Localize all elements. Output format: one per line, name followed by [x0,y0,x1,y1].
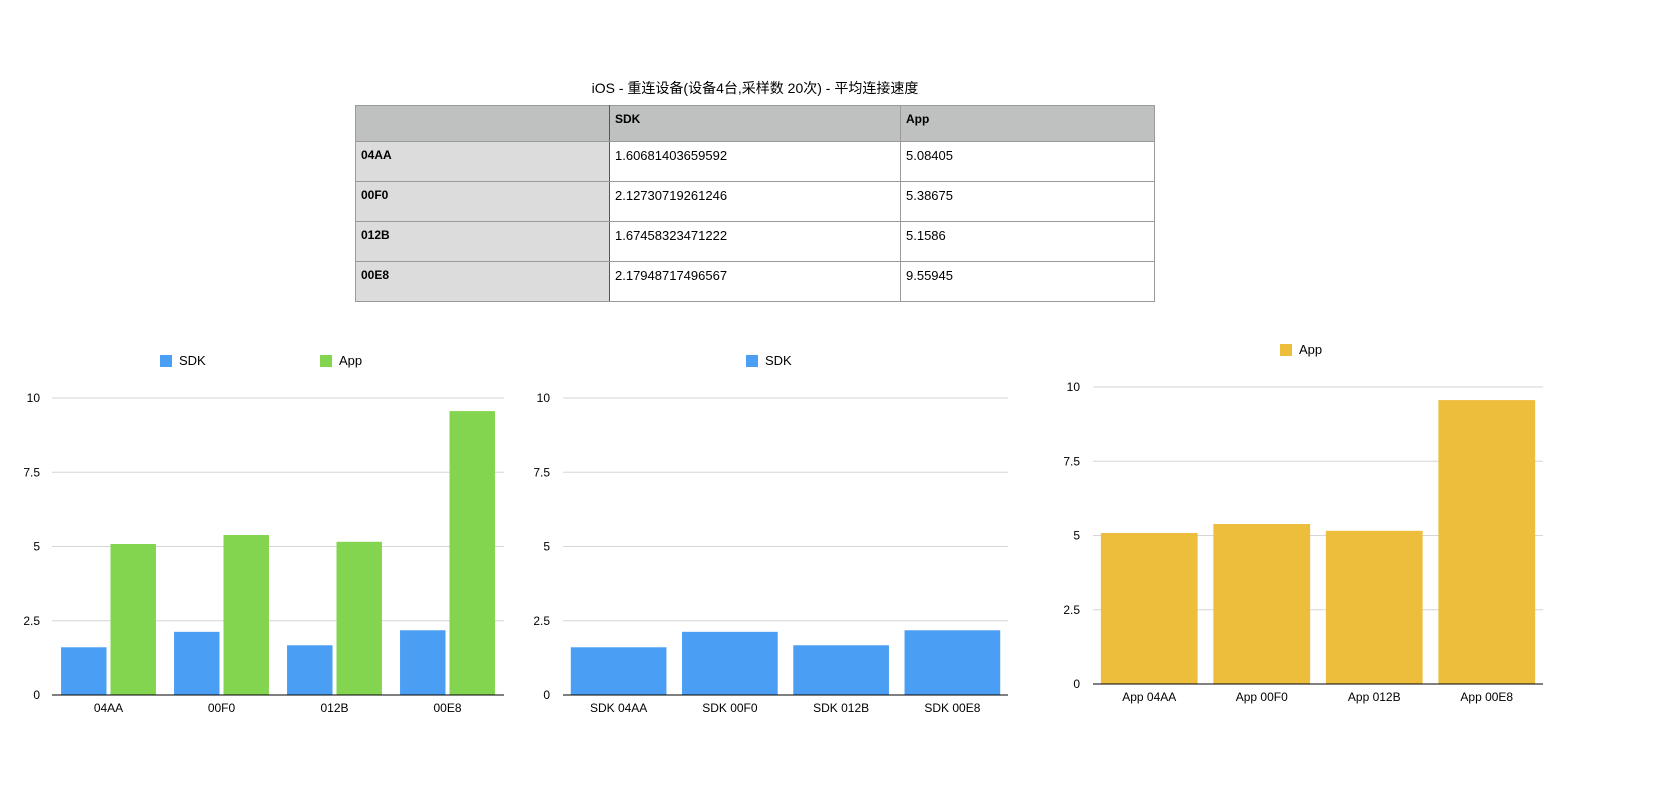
bar-sdk [287,645,333,695]
x-tick-label: App 012B [1348,690,1401,704]
bar-chart-3: 0 2.5 5 7.5 10 App 04AA App 00F0 App 012B App 00… [1063,342,1543,704]
bar-sdk [570,647,667,695]
y-tick-label: 0 [33,688,40,702]
x-tick-label: 012B [320,701,348,715]
x-tick-label: SDK 00F0 [702,701,758,715]
bar-sdk [793,645,889,695]
y-tick-label: 5 [1073,529,1080,543]
legend-swatch-sdk [746,355,758,367]
y-tick-label: 7.5 [533,465,550,479]
legend-label-app: App [339,353,362,368]
bar-app [1438,400,1536,684]
y-tick-label: 10 [27,391,41,405]
y-tick-label: 7.5 [1063,454,1080,468]
bar-app [1325,530,1423,684]
x-tick-label: App 04AA [1122,690,1176,704]
bar-app [223,535,269,695]
bar-sdk [682,631,778,695]
bar-app [449,411,495,695]
y-tick-label: 5 [33,540,40,554]
x-tick-label: 04AA [94,701,123,715]
bar-chart-2: 0 2.5 5 7.5 10 SDK 04AA SDK 00F0 SDK 012B SDK 00… [533,353,1008,715]
bar-app [1213,524,1311,684]
bar-app [110,544,156,695]
charts-canvas: 0 2.5 5 7.5 10 04AA 00F0 012B 00E8 SDK App 0 2.5 5 7.5… [23,342,1543,715]
bar-chart-1: 0 2.5 5 7.5 10 04AA 00F0 012B 00E8 SDK App [23,353,504,715]
bar-sdk [904,630,1001,695]
y-tick-label: 5 [543,540,550,554]
y-tick-label: 10 [1067,380,1081,394]
x-tick-label: SDK 04AA [590,701,647,715]
bar-sdk [400,630,446,695]
x-tick-label: App 00F0 [1236,690,1288,704]
y-tick-label: 2.5 [533,614,550,628]
bar-sdk [174,631,220,695]
bar-app [1100,533,1198,684]
x-tick-label: SDK 012B [813,701,869,715]
x-tick-label: SDK 00E8 [924,701,980,715]
legend-swatch-sdk [160,355,172,367]
x-tick-label: App 00E8 [1460,690,1513,704]
y-tick-label: 2.5 [23,614,40,628]
legend-label-sdk: SDK [765,353,792,368]
y-tick-label: 2.5 [1063,603,1080,617]
x-tick-label: 00E8 [433,701,461,715]
bar-app [336,541,382,695]
legend-swatch-app [1280,344,1292,356]
x-tick-label: 00F0 [208,701,236,715]
y-tick-label: 7.5 [23,465,40,479]
y-tick-label: 0 [1073,677,1080,691]
legend-label-app: App [1299,342,1322,357]
legend-swatch-app [320,355,332,367]
bar-sdk [61,647,107,695]
legend-label-sdk: SDK [179,353,206,368]
y-tick-label: 10 [537,391,551,405]
y-tick-label: 0 [543,688,550,702]
